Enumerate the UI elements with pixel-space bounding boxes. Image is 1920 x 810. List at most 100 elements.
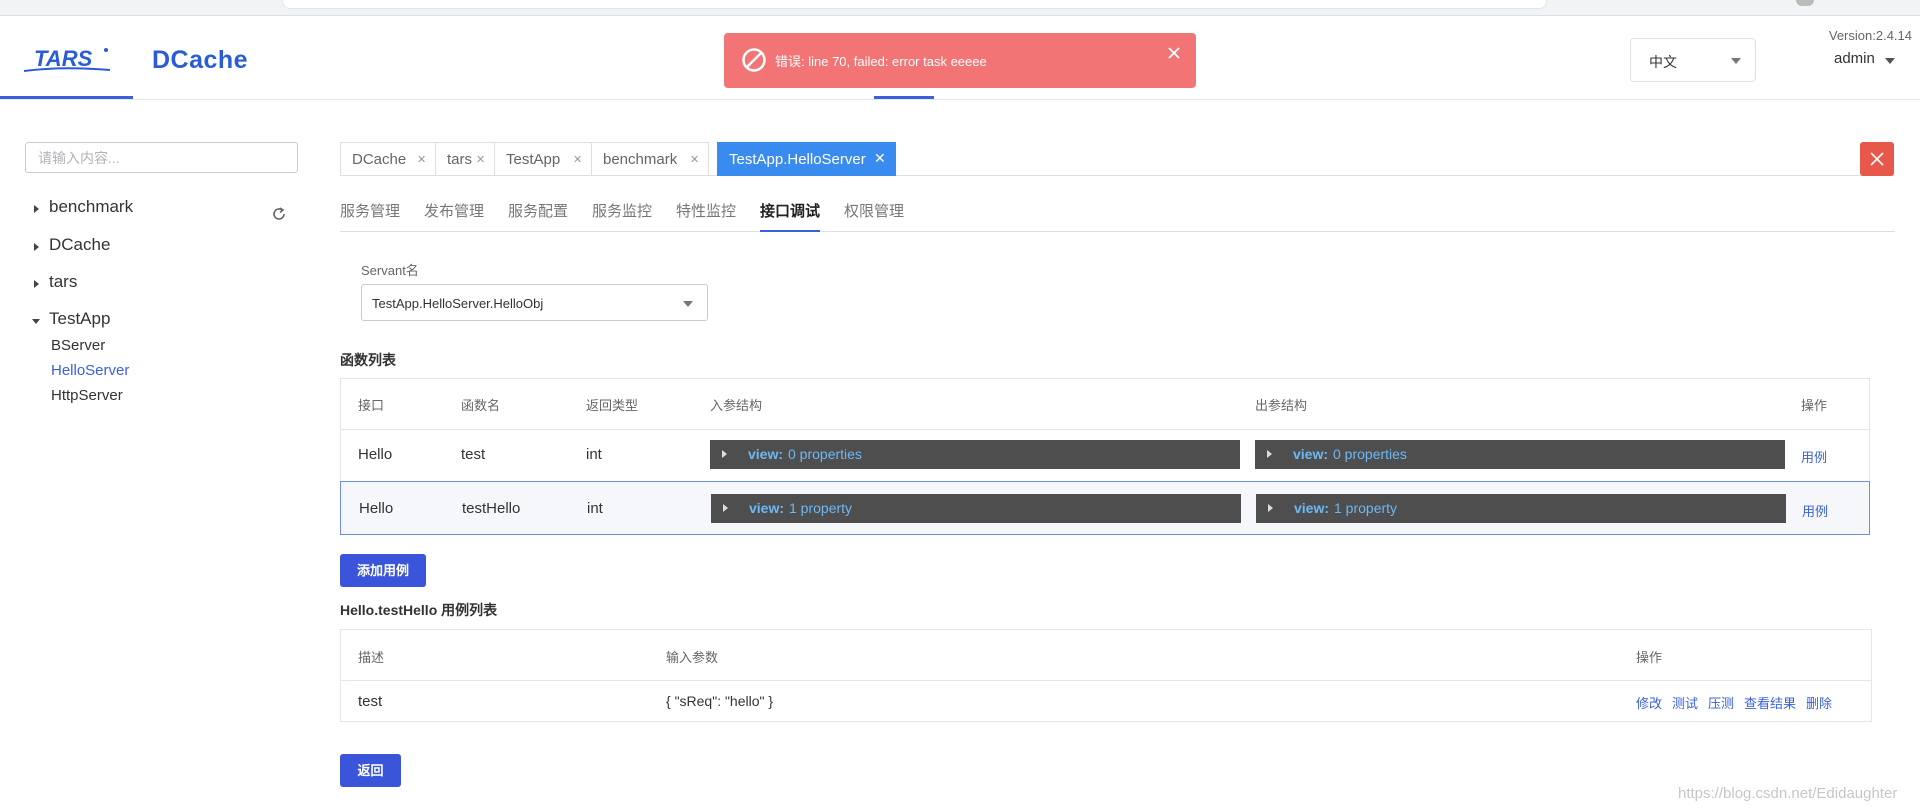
language-value: 中文 [1649,54,1677,70]
user-menu[interactable]: admin [1834,50,1875,67]
tab-permission-management[interactable]: 权限管理 [844,200,904,232]
close-all-tabs-button[interactable] [1860,142,1894,176]
function-table: 接口 函数名 返回类型 入参结构 出参结构 操作 Hello test int … [340,378,1870,535]
stress-test-link[interactable]: 压测 [1708,693,1734,712]
cell-description: test [358,693,383,710]
edit-link[interactable]: 修改 [1636,693,1662,712]
chevron-down-icon[interactable] [1885,58,1895,64]
column-header: 操作 [1636,650,1663,665]
profile-icon[interactable] [1796,0,1814,6]
tab-label: benchmark [603,151,678,168]
case-link[interactable]: 用例 [1802,501,1828,520]
tab-testapp-helloserver[interactable]: TestApp.HelloServer ✕ [717,142,896,176]
close-icon[interactable]: ✕ [417,153,426,166]
cell-return-type: int [586,446,602,463]
json-viewer[interactable]: view: 0 properties [1255,440,1785,469]
tab-benchmark[interactable]: benchmark ✕ [591,142,709,176]
column-header: 操作 [1801,398,1828,413]
sidebar-item-httpserver[interactable]: HttpServer [51,387,123,404]
column-header: 描述 [358,650,385,665]
tab-interface-debug[interactable]: 接口调试 [760,200,821,232]
add-case-button[interactable]: 添加用例 [340,554,426,587]
tab-tars[interactable]: tars ✕ [435,142,495,176]
divider [341,429,1869,430]
json-viewer[interactable]: view: 1 property [711,494,1241,523]
column-header: 返回类型 [586,398,639,413]
sidebar-item-bserver[interactable]: BServer [51,337,105,354]
cell-interface: Hello [359,500,394,517]
servant-value: TestApp.HelloServer.HelloObj [372,296,544,311]
caret-right-icon[interactable] [34,243,39,251]
chevron-down-icon [683,301,693,307]
dcache-logo[interactable]: DCache [152,46,248,75]
svg-text:TARS: TARS [34,46,93,71]
sidebar-item-dcache[interactable]: DCache [49,235,110,255]
close-icon[interactable]: ✕ [874,150,886,167]
sidebar-item-helloserver[interactable]: HelloServer [51,362,129,379]
tab-dcache[interactable]: DCache ✕ [340,142,436,176]
delete-link[interactable]: 删除 [1806,693,1832,712]
json-value: 0 properties [788,446,862,462]
caret-right-icon [1268,504,1273,512]
language-select[interactable]: 中文 [1630,38,1756,82]
tab-service-management[interactable]: 服务管理 [340,200,400,232]
table-row-selected[interactable]: Hello testHello int view: 1 property vie… [340,481,1870,535]
server-subnav: 服务管理 发布管理 服务配置 服务监控 特性监控 接口调试 权限管理 [340,194,1895,232]
json-viewer[interactable]: view: 0 properties [710,440,1240,469]
tab-service-config[interactable]: 服务配置 [508,200,568,232]
tab-release-management[interactable]: 发布管理 [424,200,484,232]
json-value: 1 property [789,500,853,516]
column-header: 出参结构 [1255,398,1308,413]
column-header: 入参结构 [710,398,763,413]
caret-down-icon[interactable] [32,319,40,324]
watermark: https://blog.csdn.net/Edidaughter [1678,785,1898,802]
browser-toolbar [0,0,1920,16]
chevron-down-icon [1731,58,1741,64]
close-icon[interactable]: ✕ [573,153,582,166]
sidebar-item-benchmark[interactable]: benchmark [49,197,133,217]
cell-function: test [461,446,486,463]
tab-testapp[interactable]: TestApp ✕ [494,142,592,176]
tab-feature-monitor[interactable]: 特性监控 [676,200,736,232]
json-viewer[interactable]: view: 1 property [1256,494,1786,523]
function-list-title: 函数列表 [340,352,396,368]
close-icon[interactable]: ✕ [476,153,485,166]
error-toast: 错误: line 70, failed: error task eeeee [724,33,1196,88]
tab-label: tars [447,151,473,168]
case-link[interactable]: 用例 [1801,447,1827,466]
close-icon[interactable] [1167,46,1181,60]
sidebar-item-tars[interactable]: tars [49,272,77,292]
json-value: 1 property [1334,500,1398,516]
cell-function: testHello [462,500,521,517]
back-button[interactable]: 返回 [340,754,401,787]
search-input[interactable] [26,143,297,172]
tars-logo-tab[interactable]: TARS [0,16,133,99]
json-key: view: [748,446,784,462]
case-list-title: Hello.testHello 用例列表 [340,602,498,618]
servant-select[interactable]: TestApp.HelloServer.HelloObj [361,284,708,321]
column-header: 接口 [358,398,385,413]
caret-right-icon [1267,450,1272,458]
tab-label: TestApp [506,151,561,168]
caret-right-icon [722,450,727,458]
address-bar[interactable] [282,0,1547,9]
json-key: view: [1294,500,1330,516]
caret-right-icon[interactable] [34,205,39,213]
forbidden-icon [742,48,766,72]
close-icon [1870,152,1884,166]
case-table: 描述 输入参数 操作 test { "sReq": "hello" } 修改 测… [340,629,1872,722]
tab-service-monitor[interactable]: 服务监控 [592,200,652,232]
close-icon[interactable]: ✕ [690,153,699,166]
json-value: 0 properties [1333,446,1407,462]
servant-label: Servant名 [361,263,419,278]
sidebar-item-testapp[interactable]: TestApp [49,309,110,329]
refresh-icon[interactable] [270,205,288,223]
sidebar-search[interactable] [25,142,298,173]
caret-right-icon[interactable] [34,280,39,288]
json-key: view: [1293,446,1329,462]
cell-return-type: int [587,500,603,517]
open-tabs-bar: DCache ✕ tars ✕ TestApp ✕ benchmark ✕ Te… [340,142,1895,176]
tars-logo: TARS [23,46,111,72]
test-link[interactable]: 测试 [1672,693,1698,712]
view-result-link[interactable]: 查看结果 [1744,693,1796,712]
